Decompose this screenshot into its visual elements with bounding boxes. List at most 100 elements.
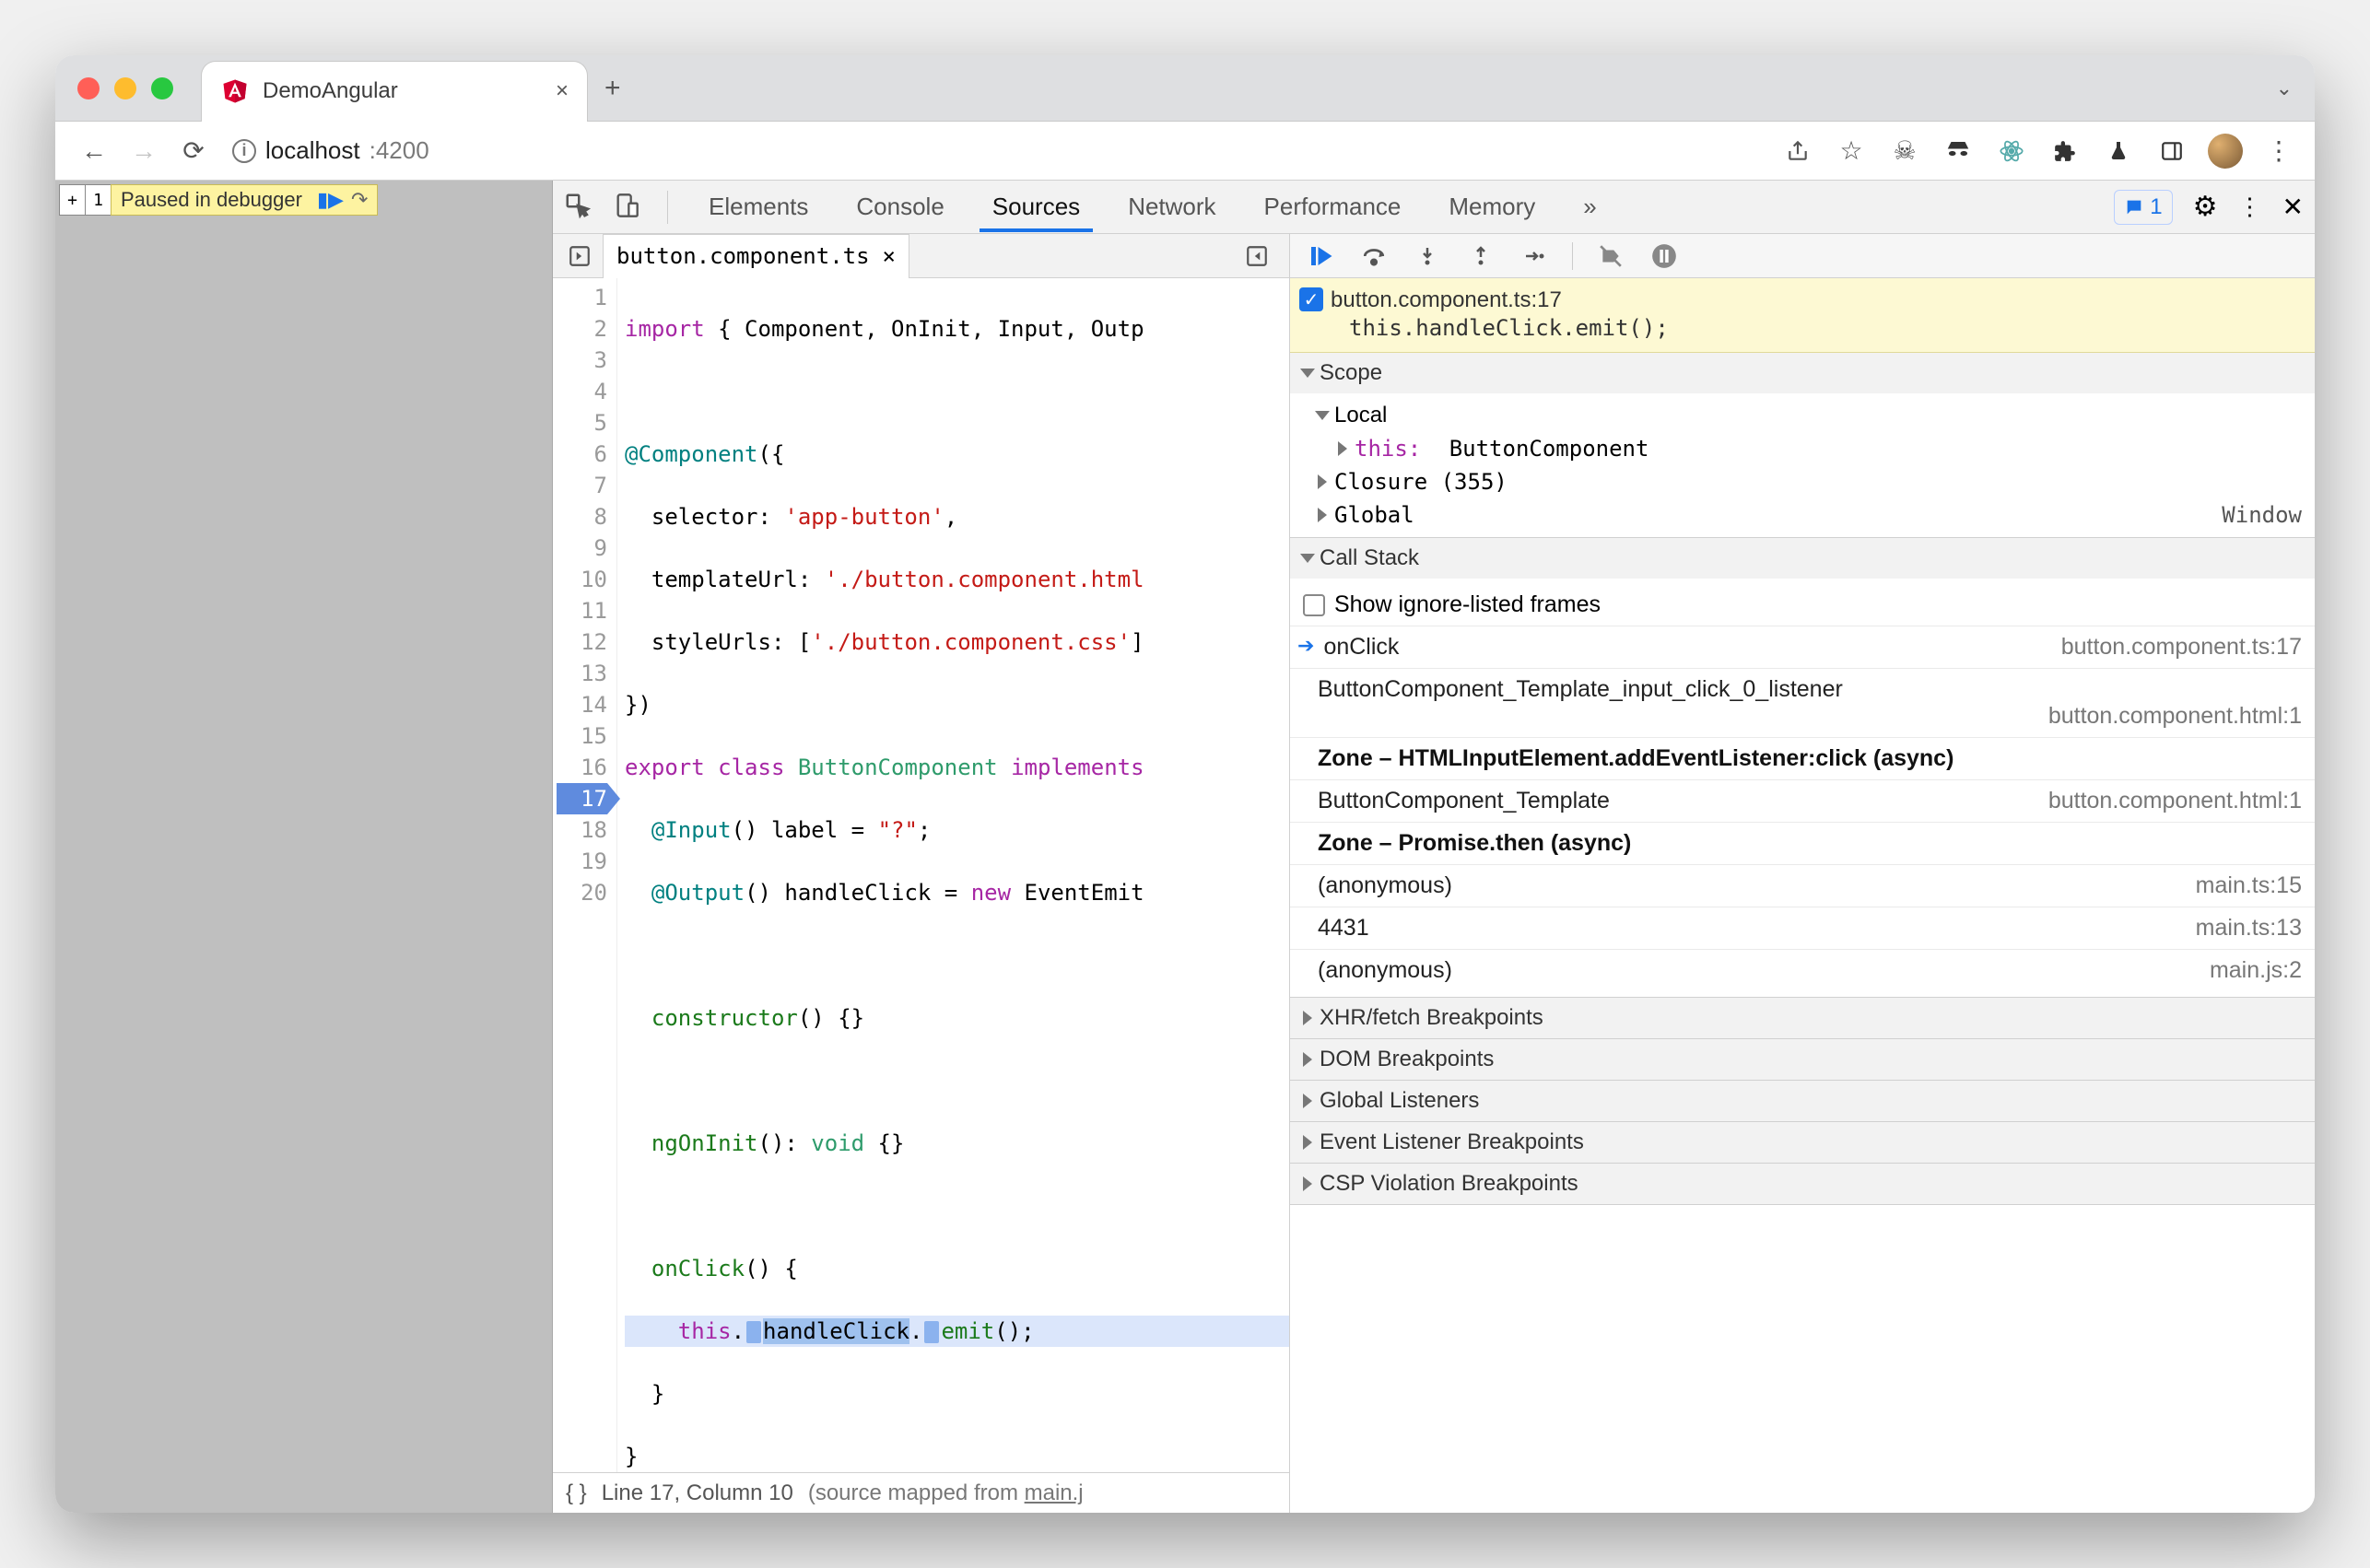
code-content: import { Component, OnInit, Input, Outp … [617, 278, 1289, 1472]
line-gutter[interactable]: 1234567891011121314151617181920 [553, 278, 617, 1472]
step-over-button[interactable] [1358, 240, 1390, 272]
csp-violation-bp-header[interactable]: CSP Violation Breakpoints [1290, 1164, 2315, 1204]
step-out-button[interactable] [1465, 240, 1496, 272]
tab-network[interactable]: Network [1115, 181, 1228, 232]
browser-window: DemoAngular × + ⌄ ← → ⟳ i localhost :4200… [55, 55, 2315, 1513]
overlay-resume-icon[interactable]: ▮▶ [317, 188, 344, 212]
editor-pane: button.component.ts × 123456789101112131… [553, 234, 1290, 1513]
tab-performance[interactable]: Performance [1251, 181, 1414, 232]
maximize-window[interactable] [151, 77, 173, 99]
scope-header[interactable]: Scope [1290, 353, 2315, 393]
editor-tab-bar: button.component.ts × [553, 234, 1289, 278]
scope-local[interactable]: Local [1290, 399, 2315, 432]
tab-console[interactable]: Console [843, 181, 956, 232]
file-tab-name: button.component.ts [616, 243, 870, 269]
browser-tab[interactable]: DemoAngular × [201, 61, 588, 122]
site-info-icon[interactable]: i [232, 139, 256, 163]
share-icon[interactable] [1780, 134, 1815, 169]
incognito-icon[interactable] [1941, 134, 1976, 169]
back-button[interactable]: ← [74, 131, 114, 171]
global-listeners-header[interactable]: Global Listeners [1290, 1081, 2315, 1121]
devtools: Elements Console Sources Network Perform… [553, 181, 2315, 1513]
global-listeners-section: Global Listeners [1290, 1081, 2315, 1122]
frame-onclick[interactable]: ➔onClickbutton.component.ts:17 [1290, 626, 2315, 668]
code-editor[interactable]: 1234567891011121314151617181920 import {… [553, 278, 1289, 1472]
url-host: localhost [265, 136, 360, 165]
settings-icon[interactable]: ⚙ [2193, 191, 2218, 223]
show-ignored-frames[interactable]: Show ignore-listed frames [1290, 584, 2315, 626]
paused-label: Paused in debugger [121, 188, 302, 212]
scope-global[interactable]: GlobalWindow [1290, 498, 2315, 532]
traffic-lights [77, 77, 173, 99]
overlay-step-icon[interactable]: ↷ [351, 188, 368, 212]
xhr-breakpoints-header[interactable]: XHR/fetch Breakpoints [1290, 998, 2315, 1038]
scope-closure[interactable]: Closure (355) [1290, 465, 2315, 498]
url-display[interactable]: i localhost :4200 [232, 136, 429, 165]
xhr-breakpoints-section: XHR/fetch Breakpoints [1290, 998, 2315, 1039]
pause-exceptions-button[interactable] [1648, 240, 1680, 272]
panel-icon[interactable] [2154, 134, 2189, 169]
tab-sources[interactable]: Sources [980, 181, 1093, 232]
url-port: :4200 [370, 136, 429, 165]
callstack-section: Call Stack Show ignore-listed frames ➔on… [1290, 538, 2315, 998]
extensions-icon[interactable] [2047, 134, 2083, 169]
bookmark-star-icon[interactable]: ☆ [1834, 134, 1869, 169]
source-map-link[interactable]: main.j [1025, 1480, 1084, 1505]
navigator-show-icon[interactable] [562, 239, 597, 274]
frame-zone-click[interactable]: Zone – HTMLInputElement.addEventListener… [1290, 737, 2315, 779]
breakpoint-location[interactable]: button.component.ts:17 [1331, 287, 2302, 313]
tabs-dropdown-icon[interactable]: ⌄ [2276, 76, 2293, 100]
scope-this[interactable]: this: ButtonComponent [1290, 432, 2315, 465]
forward-button[interactable]: → [123, 131, 164, 171]
minimize-window[interactable] [114, 77, 136, 99]
reload-button[interactable]: ⟳ [173, 131, 214, 171]
profile-avatar[interactable] [2208, 134, 2243, 169]
titlebar: DemoAngular × + ⌄ [55, 55, 2315, 122]
scope-section: Scope Local this: ButtonComponent Closur… [1290, 353, 2315, 538]
event-listener-bp-header[interactable]: Event Listener Breakpoints [1290, 1122, 2315, 1163]
labs-icon[interactable] [2101, 134, 2136, 169]
close-window[interactable] [77, 77, 100, 99]
editor-status-bar: { } Line 17, Column 10 (source mapped fr… [553, 1472, 1289, 1513]
skull-icon[interactable]: ☠ [1887, 134, 1922, 169]
close-devtools-icon[interactable]: ✕ [2282, 192, 2304, 222]
deactivate-breakpoints-button[interactable] [1595, 240, 1626, 272]
tab-title: DemoAngular [263, 78, 543, 104]
breakpoint-callout: ✓ button.component.ts:17 this.handleClic… [1290, 278, 2315, 353]
content: + 1 Paused in debugger ▮▶ ↷ [55, 181, 2315, 1513]
frame-listener[interactable]: ButtonComponent_Template_input_click_0_l… [1290, 668, 2315, 737]
breakpoint-tab-count: 1 [85, 184, 111, 216]
status-suffix: (source mapped from main.j [808, 1480, 1084, 1506]
dom-breakpoints-header[interactable]: DOM Breakpoints [1290, 1039, 2315, 1080]
breakpoint-tab-plus[interactable]: + [59, 184, 85, 216]
more-tabs[interactable]: » [1570, 181, 1609, 232]
tab-elements[interactable]: Elements [696, 181, 821, 232]
device-mode-icon[interactable] [614, 192, 639, 222]
frame-anon-2[interactable]: (anonymous)main.js:2 [1290, 949, 2315, 991]
issues-badge[interactable]: 1 [2114, 190, 2172, 225]
debugger-show-icon[interactable] [1239, 239, 1274, 274]
callstack-header[interactable]: Call Stack [1290, 538, 2315, 579]
breakpoint-enabled-checkbox[interactable]: ✓ [1299, 287, 1323, 311]
new-tab-button[interactable]: + [604, 75, 621, 102]
step-button[interactable] [1519, 240, 1550, 272]
inspect-icon[interactable] [564, 192, 592, 222]
file-tab[interactable]: button.component.ts × [603, 234, 909, 278]
step-into-button[interactable] [1412, 240, 1443, 272]
file-tab-close-icon[interactable]: × [883, 243, 896, 269]
frame-zone-promise[interactable]: Zone – Promise.then (async) [1290, 822, 2315, 864]
tab-memory[interactable]: Memory [1436, 181, 1548, 232]
react-devtools-icon[interactable] [1994, 134, 2029, 169]
resume-button[interactable] [1305, 240, 1336, 272]
pretty-print-icon[interactable]: { } [566, 1480, 587, 1506]
devtools-menu-icon[interactable]: ⋮ [2238, 193, 2262, 221]
close-tab-icon[interactable]: × [556, 78, 569, 104]
breakpoint-code: this.handleClick.emit(); [1349, 315, 2302, 341]
issues-count: 1 [2150, 194, 2162, 220]
page-viewport: + 1 Paused in debugger ▮▶ ↷ [55, 181, 553, 1513]
menu-icon[interactable]: ⋮ [2261, 134, 2296, 169]
csp-violation-bp-section: CSP Violation Breakpoints [1290, 1164, 2315, 1205]
frame-anon-1[interactable]: (anonymous)main.ts:15 [1290, 864, 2315, 907]
frame-4431[interactable]: 4431main.ts:13 [1290, 907, 2315, 949]
frame-template[interactable]: ButtonComponent_Templatebutton.component… [1290, 779, 2315, 822]
